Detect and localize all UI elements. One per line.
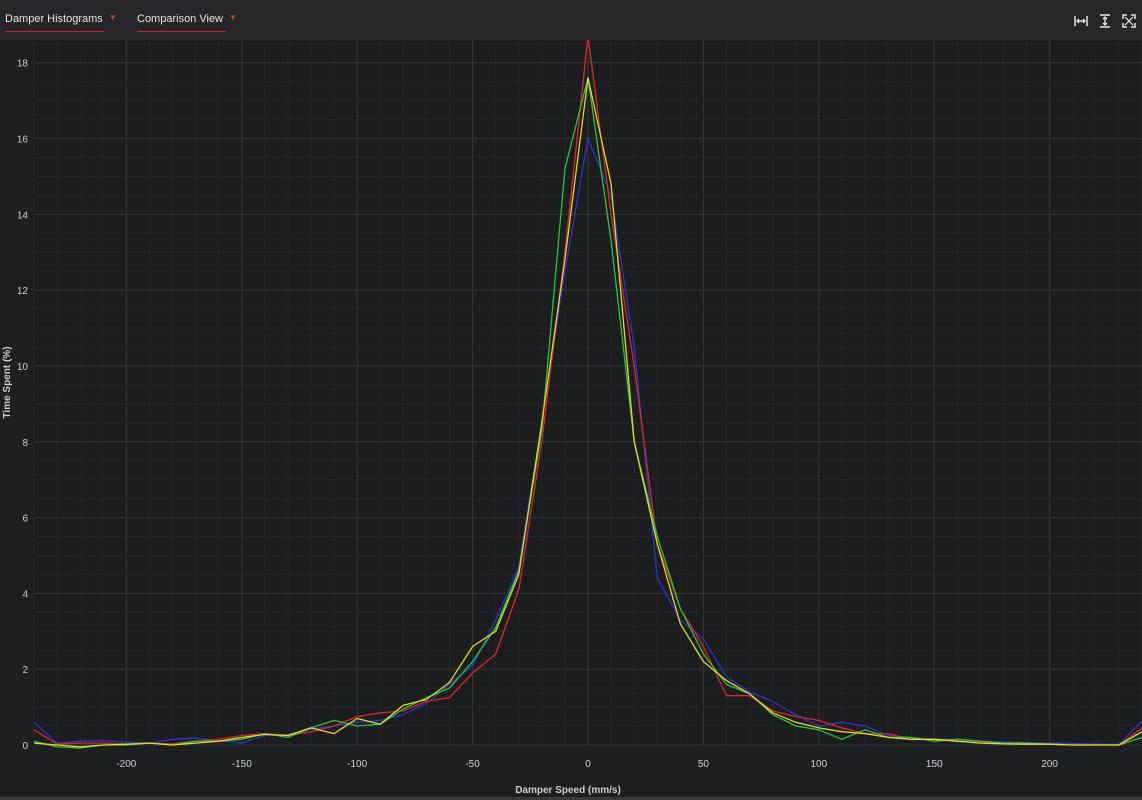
damper-histogram-chart[interactable]: -200 -150 -100 -50 0 50 100 150 200 0 2 4 6 8 10 12 14 16…: [0, 40, 1142, 797]
chevron-down-icon: ▼: [229, 13, 237, 22]
y-tick-label: 10: [17, 362, 29, 373]
chart-toolbar: Damper Histograms ▼ Comparison View ▼: [0, 0, 1142, 40]
x-tick-label: -150: [232, 759, 252, 770]
x-tick-label: -100: [347, 759, 367, 770]
y-tick-label: 16: [17, 135, 29, 146]
x-tick-label: 100: [810, 759, 827, 770]
y-tick-label: 8: [22, 438, 28, 449]
fullscreen-icon[interactable]: [1122, 14, 1136, 28]
mode-dropdown-label: Comparison View: [137, 13, 224, 25]
y-tick-label: 2: [22, 665, 28, 676]
fit-height-icon[interactable]: [1098, 14, 1112, 28]
y-tick-label: 18: [17, 59, 29, 70]
y-tick-label: 4: [22, 589, 28, 600]
mode-dropdown[interactable]: Comparison View ▼: [137, 13, 237, 32]
y-tick-label: 12: [17, 286, 29, 297]
chevron-down-icon: ▼: [108, 13, 117, 22]
x-tick-label: 50: [698, 759, 710, 770]
x-tick-label: 200: [1041, 759, 1058, 770]
x-tick-label: 0: [585, 759, 591, 770]
x-tick-label: -50: [465, 759, 480, 770]
x-tick-label: 150: [926, 759, 943, 770]
x-tick-label: -200: [116, 759, 136, 770]
y-tick-label: 6: [22, 514, 28, 525]
y-tick-label: 0: [22, 741, 28, 752]
x-axis-label: Damper Speed (mm/s): [515, 785, 621, 796]
fit-width-icon[interactable]: [1074, 14, 1088, 28]
view-dropdown-label: Damper Histograms: [5, 13, 103, 25]
view-dropdown[interactable]: Damper Histograms ▼: [5, 13, 117, 32]
y-tick-label: 14: [17, 210, 29, 221]
y-axis-label: Time Spent (%): [2, 346, 13, 418]
